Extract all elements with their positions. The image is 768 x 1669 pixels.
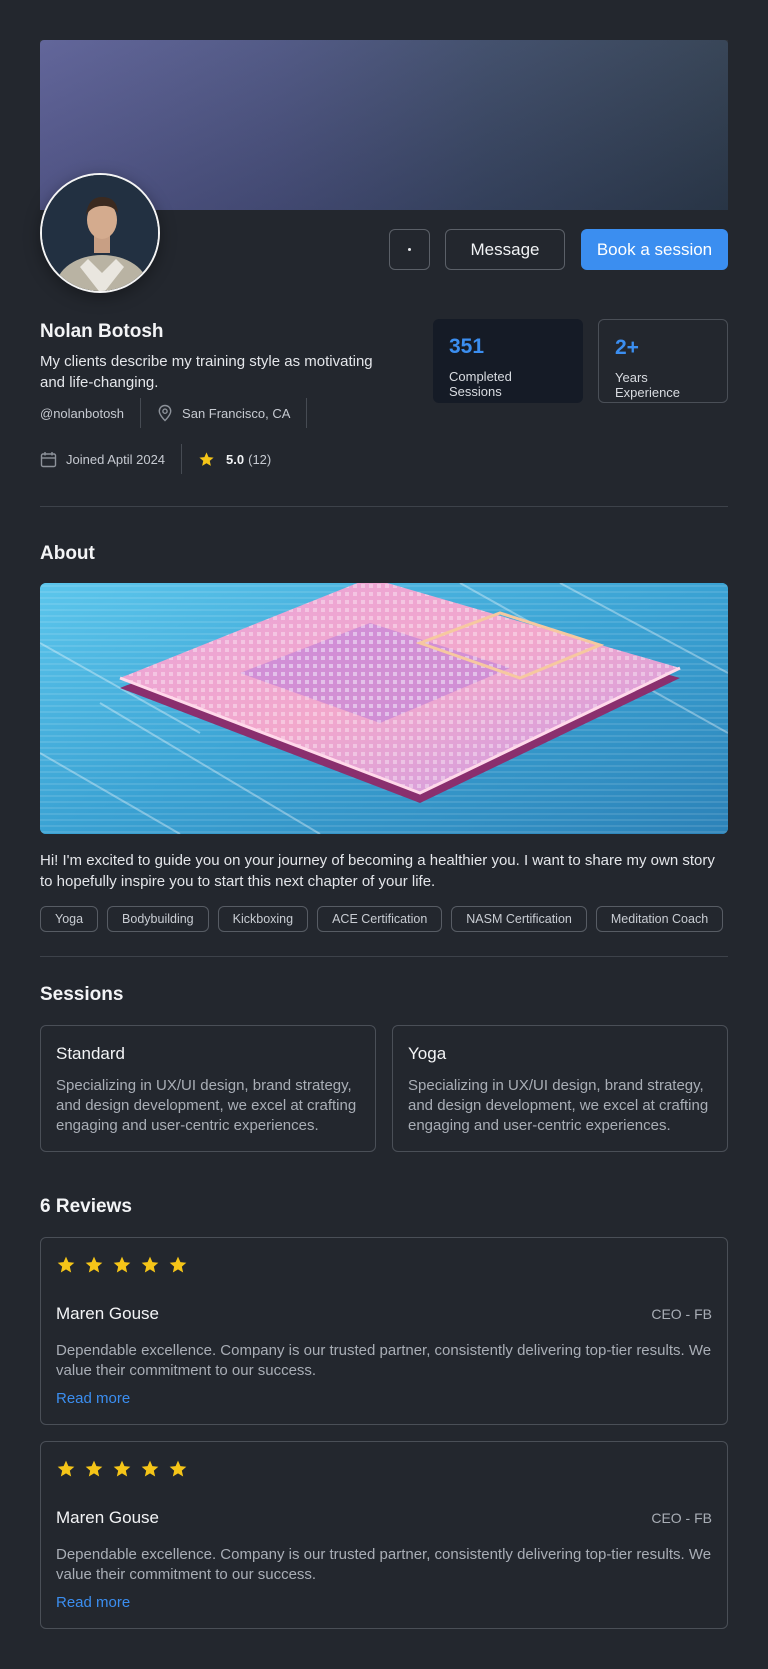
session-title: Yoga [408,1044,447,1063]
session-description: Specializing in UX/UI design, brand stra… [408,1077,709,1134]
star-icon [198,451,215,468]
review-text: Dependable excellence. Company is our tr… [56,1342,712,1379]
star-icon [169,1460,187,1477]
read-more-link[interactable]: Read more [56,1390,130,1407]
sessions-heading: Sessions [40,984,124,1005]
star-icon [141,1460,159,1477]
tag-list: Yoga Bodybuilding Kickboxing ACE Certifi… [40,906,724,932]
stat-value: 351 [449,335,485,358]
tag-kickboxing[interactable]: Kickboxing [217,906,309,932]
star-icon [113,1256,131,1273]
profile-rating: 5.0 (12) [198,444,271,474]
star-icon [141,1256,159,1273]
avatar [40,173,160,293]
more-options-button[interactable] [389,229,430,270]
review-text: Dependable excellence. Company is our tr… [56,1546,712,1583]
section-divider [40,956,728,957]
profile-tagline: My clients describe my training style as… [40,353,373,391]
tag-yoga[interactable]: Yoga [40,906,99,932]
reviewer-name: Maren Gouse [56,1304,159,1323]
profile-meta-row-2: Joined Aptil 2024 5.0 (12) [40,444,271,474]
session-card-yoga[interactable]: Yoga Specializing in UX/UI design, brand… [392,1025,728,1152]
star-icon [85,1256,103,1273]
reviewer-role: CEO - FB [651,1510,712,1526]
stat-value: 2+ [615,336,639,359]
review-card: Maren Gouse CEO - FB Dependable excellen… [40,1237,728,1425]
about-image [40,583,728,834]
about-heading: About [40,543,95,564]
profile-name: Nolan Botosh [40,321,164,342]
location-pin-icon [157,404,173,422]
message-button[interactable]: Message [445,229,565,270]
read-more-link[interactable]: Read more [56,1594,130,1611]
profile-handle: @nolanbotosh [40,405,125,421]
review-stars [56,1458,712,1480]
avatar-portrait [42,175,158,291]
profile-meta-row: @nolanbotosh San Francisco, CA [40,398,323,428]
cover-banner [40,40,728,210]
stat-label: Years Experience [615,370,681,400]
joined-text: Joined Aptil 2024 [66,451,166,467]
profile-location: San Francisco, CA [157,398,290,428]
calendar-icon [40,451,57,468]
star-icon [113,1460,131,1477]
star-icon [57,1460,75,1477]
stat-label: Completed Sessions [449,369,512,399]
reviews-heading: 6 Reviews [40,1196,132,1217]
star-icon [169,1256,187,1273]
star-icon [85,1460,103,1477]
section-divider [40,506,728,507]
about-text: Hi! I'm excited to guide you on your jou… [40,852,715,890]
star-icon [57,1256,75,1273]
rating-value: 5.0 [226,451,245,467]
more-horizontal-icon [408,248,411,251]
reviewer-role: CEO - FB [651,1306,712,1322]
book-session-button[interactable]: Book a session [581,229,728,270]
review-stars [56,1254,712,1276]
session-description: Specializing in UX/UI design, brand stra… [56,1077,357,1134]
stat-completed-sessions: 351 Completed Sessions [433,319,583,403]
meta-divider [181,444,183,474]
tag-bodybuilding[interactable]: Bodybuilding [107,906,209,932]
chip-illustration [40,583,728,834]
profile-joined: Joined Aptil 2024 [40,444,165,474]
tag-meditation-coach[interactable]: Meditation Coach [595,906,724,932]
rating-count: (12) [248,451,272,467]
session-card-standard[interactable]: Standard Specializing in UX/UI design, b… [40,1025,376,1152]
meta-divider [306,398,308,428]
review-card: Maren Gouse CEO - FB Dependable excellen… [40,1441,728,1629]
session-title: Standard [56,1044,125,1063]
meta-divider [140,398,142,428]
location-text: San Francisco, CA [182,405,291,421]
tag-ace-certification[interactable]: ACE Certification [317,906,443,932]
stat-years-experience: 2+ Years Experience [598,319,728,403]
reviewer-name: Maren Gouse [56,1508,159,1527]
tag-nasm-certification[interactable]: NASM Certification [451,906,587,932]
